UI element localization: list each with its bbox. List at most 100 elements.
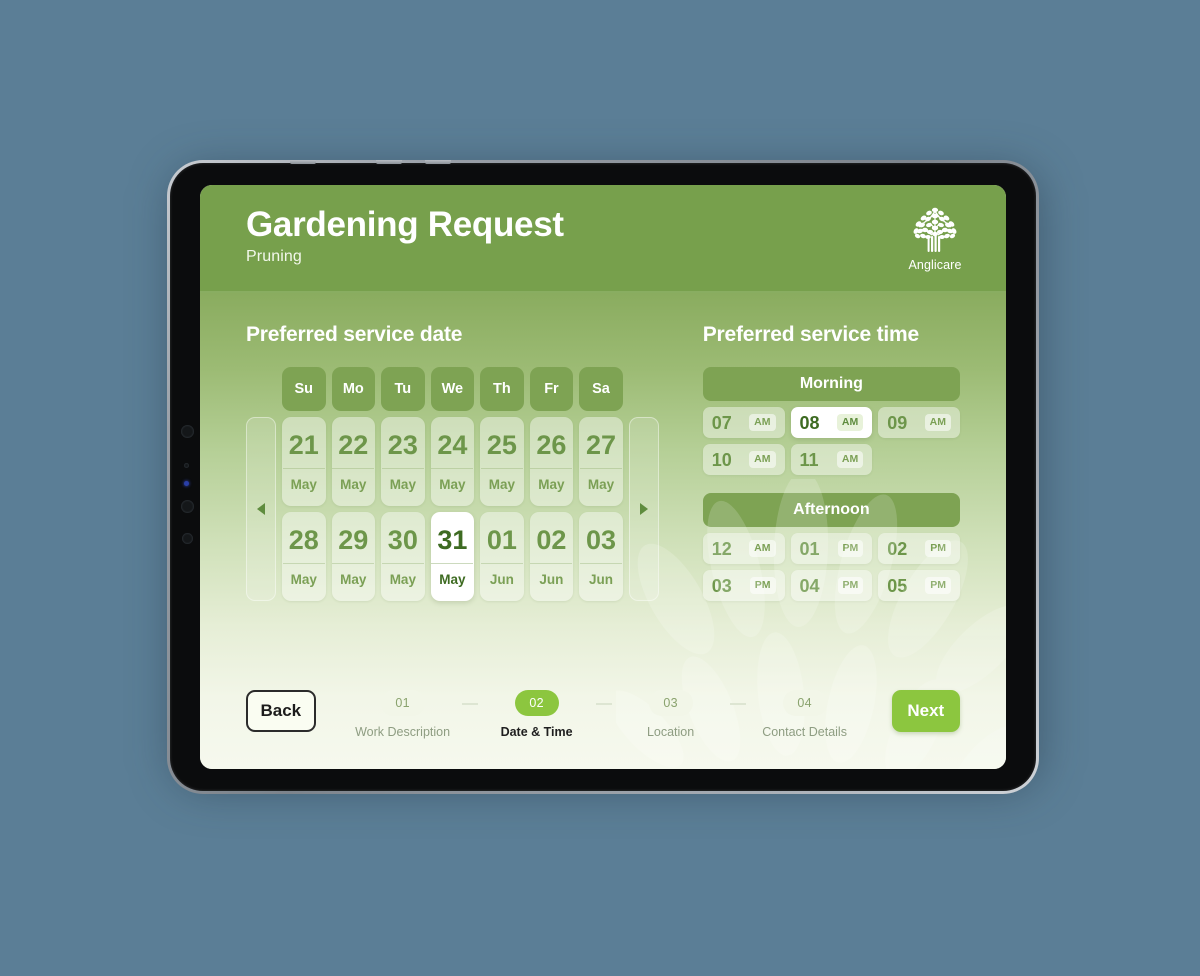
calendar-day-month: May bbox=[282, 562, 325, 587]
time-slot[interactable]: 05 PM bbox=[878, 570, 960, 601]
calendar-day[interactable]: 26 May bbox=[529, 417, 574, 506]
calendar-prev-button[interactable] bbox=[246, 417, 276, 601]
time-slot-grid: 12 AM 01 PM 02 PM 03 PM 04 PM 05 PM bbox=[702, 533, 960, 601]
stepper-step-label: Contact Details bbox=[762, 724, 847, 739]
content-columns: Preferred service date Su Mo Tu We Th Fr Sa 21… bbox=[246, 323, 960, 619]
stepper-connector bbox=[461, 702, 478, 705]
time-slot-meridiem: PM bbox=[837, 540, 864, 557]
time-slot-meridiem: AM bbox=[836, 451, 864, 468]
calendar-day[interactable]: 22 May bbox=[331, 417, 376, 506]
calendar-day-month: May bbox=[431, 562, 474, 587]
calendar-day[interactable]: 03 Jun bbox=[579, 512, 623, 601]
time-slot[interactable]: 11 AM bbox=[790, 444, 873, 475]
calendar-day-number: 29 bbox=[338, 524, 369, 555]
weekday-header-cell: We bbox=[430, 367, 475, 411]
calendar-day[interactable]: 28 May bbox=[282, 512, 326, 601]
weekday-header-cell: Sa bbox=[579, 367, 623, 411]
app-header: Gardening Request Pruning Anglicare bbox=[200, 185, 1006, 293]
header-titles: Gardening Request Pruning bbox=[246, 204, 564, 271]
time-slot-meridiem: AM bbox=[924, 414, 951, 431]
calendar-day[interactable]: 01 Jun bbox=[480, 512, 524, 601]
time-slot-hour: 12 bbox=[711, 538, 732, 559]
time-slot[interactable]: 02 PM bbox=[878, 533, 960, 564]
time-slot-meridiem: PM bbox=[925, 577, 951, 594]
calendar-day[interactable]: 30 May bbox=[381, 512, 425, 601]
weekday-header-cell: Mo bbox=[331, 367, 376, 411]
time-section-title: Preferred service time bbox=[702, 323, 919, 346]
calendar-day[interactable]: 24 May bbox=[430, 417, 475, 506]
page-title: Gardening Request bbox=[246, 204, 564, 244]
stepper-step[interactable]: 04 Contact Details bbox=[746, 689, 864, 739]
stepper-step[interactable]: 01 Work Description bbox=[344, 689, 462, 739]
calendar-day-month: May bbox=[579, 467, 622, 492]
calendar-day-number: 23 bbox=[387, 429, 418, 460]
calendar-day[interactable]: 21 May bbox=[282, 417, 326, 506]
calendar-day-number: 21 bbox=[288, 429, 319, 460]
calendar-day-month: Jun bbox=[579, 562, 622, 587]
time-slot-hour: 09 bbox=[887, 412, 908, 433]
stepper-step-number: 02 bbox=[514, 689, 559, 716]
calendar-day[interactable]: 25 May bbox=[480, 417, 524, 506]
date-section-title: Preferred service date bbox=[246, 323, 463, 346]
calendar-day-grid: 21 May 22 May 23 May 24 May 25 May 26 May 27 May 28 May… bbox=[282, 417, 623, 601]
anglicare-logo: Anglicare bbox=[892, 205, 978, 272]
date-picker-section: Preferred service date Su Mo Tu We Th Fr Sa 21… bbox=[246, 323, 659, 619]
stepper-step-number: 04 bbox=[782, 689, 827, 716]
calendar-day-number: 22 bbox=[338, 429, 369, 460]
weekday-header-cell: Tu bbox=[381, 367, 425, 411]
stepper-step-label: Date & Time bbox=[500, 724, 573, 739]
time-slot-hour: 05 bbox=[887, 575, 908, 596]
time-slot-hour: 08 bbox=[799, 412, 820, 433]
time-slot-grid: 07 AM 08 AM 09 AM 10 AM 11 AM bbox=[702, 407, 960, 475]
next-button[interactable]: Next bbox=[891, 690, 960, 732]
calendar-body: 21 May 22 May 23 May 24 May 25 May 26 May 27 May 28 May… bbox=[246, 417, 659, 601]
time-slot[interactable]: 12 AM bbox=[702, 533, 785, 564]
calendar-day-number: 27 bbox=[585, 429, 616, 460]
time-slot[interactable]: 09 AM bbox=[878, 407, 960, 438]
calendar-next-button[interactable] bbox=[628, 417, 659, 601]
volume-down-button[interactable] bbox=[425, 160, 451, 164]
calendar-day-selected[interactable]: 31 May bbox=[430, 512, 475, 601]
stepper-step-label: Work Description bbox=[355, 724, 451, 739]
stepper-step[interactable]: 03 Location bbox=[612, 689, 730, 739]
calendar-day-month: May bbox=[431, 467, 474, 492]
calendar-day[interactable]: 27 May bbox=[579, 417, 623, 506]
time-slot-meridiem: AM bbox=[836, 414, 864, 431]
calendar-day-number: 01 bbox=[486, 524, 517, 555]
calendar-day-month: Jun bbox=[480, 562, 523, 587]
calendar-day[interactable]: 23 May bbox=[381, 417, 425, 506]
calendar-day-number: 03 bbox=[585, 524, 616, 555]
time-slot[interactable]: 07 AM bbox=[702, 407, 785, 438]
depth-sensor-icon bbox=[181, 500, 194, 513]
calendar-day-number: 30 bbox=[387, 524, 418, 555]
front-camera-icon bbox=[181, 425, 194, 438]
calendar-day-number: 24 bbox=[437, 429, 468, 460]
power-button[interactable] bbox=[290, 160, 316, 164]
tablet-device: Gardening Request Pruning Anglicare Pref… bbox=[167, 160, 1039, 794]
time-slot-hour: 10 bbox=[711, 449, 732, 470]
time-slot-hour: 02 bbox=[887, 538, 908, 559]
calendar-day-month: May bbox=[332, 467, 375, 492]
time-slot-hour: 03 bbox=[711, 575, 732, 596]
time-slot[interactable]: 03 PM bbox=[702, 570, 785, 601]
time-group-header: Morning bbox=[702, 367, 960, 401]
calendar-day[interactable]: 02 Jun bbox=[529, 512, 574, 601]
time-slot[interactable]: 04 PM bbox=[790, 570, 873, 601]
ambient-sensor-icon bbox=[184, 463, 189, 468]
chevron-right-icon bbox=[639, 503, 648, 515]
time-slot-selected[interactable]: 08 AM bbox=[790, 407, 873, 438]
weekday-header-cell: Su bbox=[282, 367, 326, 411]
calendar-day-number: 26 bbox=[536, 429, 567, 460]
stepper-step[interactable]: 02 Date & Time bbox=[478, 689, 596, 739]
wizard-stepper: 01 Work Description 02 Date & Time 03 Locatio… bbox=[316, 689, 892, 739]
stepper-connector bbox=[595, 702, 612, 705]
back-button[interactable]: Back bbox=[246, 690, 316, 732]
calendar-day[interactable]: 29 May bbox=[331, 512, 376, 601]
time-slot[interactable]: 01 PM bbox=[790, 533, 873, 564]
ir-sensor-icon bbox=[182, 533, 193, 544]
time-slot[interactable]: 10 AM bbox=[702, 444, 785, 475]
calendar-day-month: May bbox=[381, 467, 424, 492]
calendar-day-month: May bbox=[381, 562, 424, 587]
volume-up-button[interactable] bbox=[376, 160, 402, 164]
app-body: Preferred service date Su Mo Tu We Th Fr Sa 21… bbox=[200, 293, 1006, 769]
